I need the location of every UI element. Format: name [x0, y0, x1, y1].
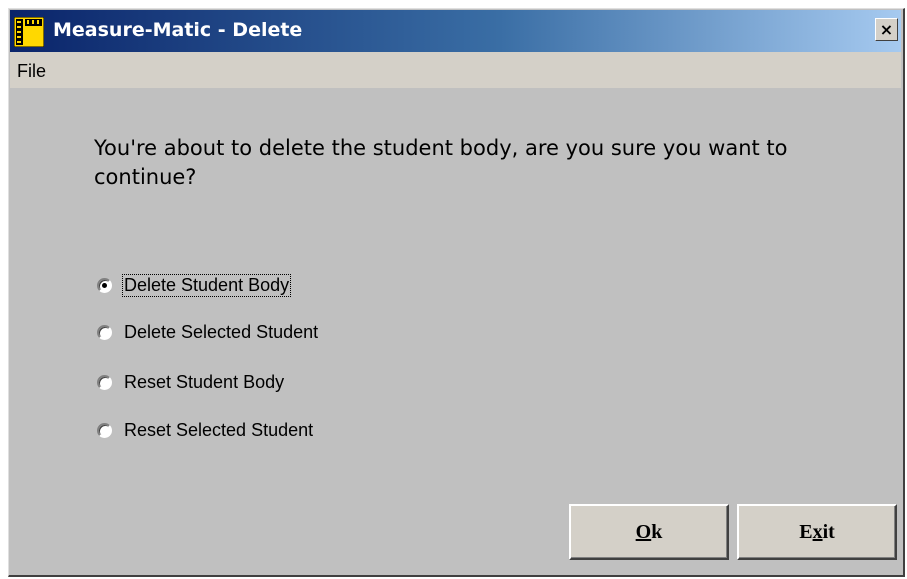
- exit-mnemonic: x: [812, 521, 823, 543]
- ruler-app-icon: [14, 17, 44, 47]
- title-bar[interactable]: Measure-Matic - Delete ×: [10, 10, 901, 52]
- radio-button[interactable]: [97, 422, 112, 438]
- ok-label-after: k: [651, 521, 663, 543]
- delete-dialog-window: Measure-Matic - Delete × File You're abo…: [8, 8, 905, 577]
- menu-item-file[interactable]: File: [13, 61, 50, 82]
- radio-label: Reset Student Body: [124, 371, 285, 392]
- radio-label: Delete Student Body: [121, 273, 292, 297]
- radio-button-checked[interactable]: [97, 277, 112, 293]
- exit-label-after: it: [822, 521, 835, 543]
- radio-button[interactable]: [97, 374, 112, 390]
- radio-label: Delete Selected Student: [124, 321, 319, 342]
- close-icon[interactable]: ×: [875, 18, 898, 41]
- radio-option-delete-student-body[interactable]: Delete Student Body: [97, 272, 292, 298]
- radio-label: Reset Selected Student: [124, 419, 314, 440]
- ok-button[interactable]: Ok: [569, 504, 729, 560]
- ok-mnemonic: O: [635, 521, 652, 543]
- radio-option-reset-student-body[interactable]: Reset Student Body: [97, 369, 285, 395]
- exit-label-before: E: [799, 521, 813, 543]
- radio-option-reset-selected-student[interactable]: Reset Selected Student: [97, 417, 314, 443]
- exit-button[interactable]: Exit: [737, 504, 897, 560]
- window-title: Measure-Matic - Delete: [53, 19, 303, 41]
- confirmation-message: You're about to delete the student body,…: [94, 136, 788, 189]
- radio-option-delete-selected-student[interactable]: Delete Selected Student: [97, 319, 319, 345]
- radio-button[interactable]: [97, 324, 112, 340]
- menu-bar: File: [10, 52, 901, 88]
